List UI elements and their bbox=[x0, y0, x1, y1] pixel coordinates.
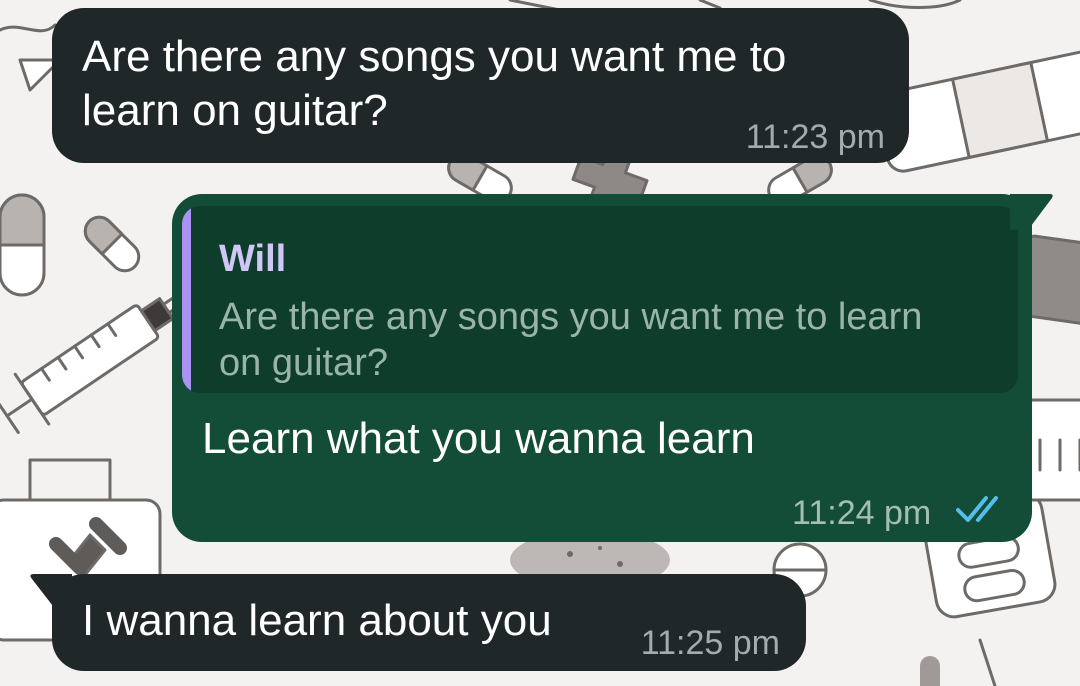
incoming-message-bubble[interactable]: Are there any songs you want me to learn… bbox=[52, 8, 909, 163]
message-timestamp: 11:23 pm bbox=[745, 118, 885, 156]
message-timestamp: 11:25 pm bbox=[640, 624, 780, 662]
incoming-bubble-tail bbox=[30, 574, 72, 610]
reply-quote-author: Will bbox=[219, 238, 287, 280]
outgoing-bubble-tail bbox=[1010, 194, 1053, 230]
message-text: Are there any songs you want me to learn… bbox=[82, 32, 787, 135]
pill-icon bbox=[83, 215, 141, 273]
double-check-read-icon bbox=[956, 496, 998, 522]
message-text: I wanna learn about you bbox=[82, 596, 552, 645]
outgoing-message-bubble[interactable]: Will Are there any songs you want me to … bbox=[172, 194, 1032, 542]
message-text: Learn what you wanna learn bbox=[202, 414, 755, 463]
reply-quote-bar bbox=[182, 206, 191, 393]
reply-quote-text: Are there any songs you want me to learn… bbox=[219, 296, 923, 384]
reply-quote[interactable]: Will Are there any songs you want me to … bbox=[182, 206, 1018, 393]
pill-icon bbox=[0, 193, 46, 297]
message-timestamp: 11:24 pm bbox=[792, 494, 932, 532]
incoming-message-bubble[interactable]: I wanna learn about you 11:25 pm bbox=[52, 574, 806, 671]
